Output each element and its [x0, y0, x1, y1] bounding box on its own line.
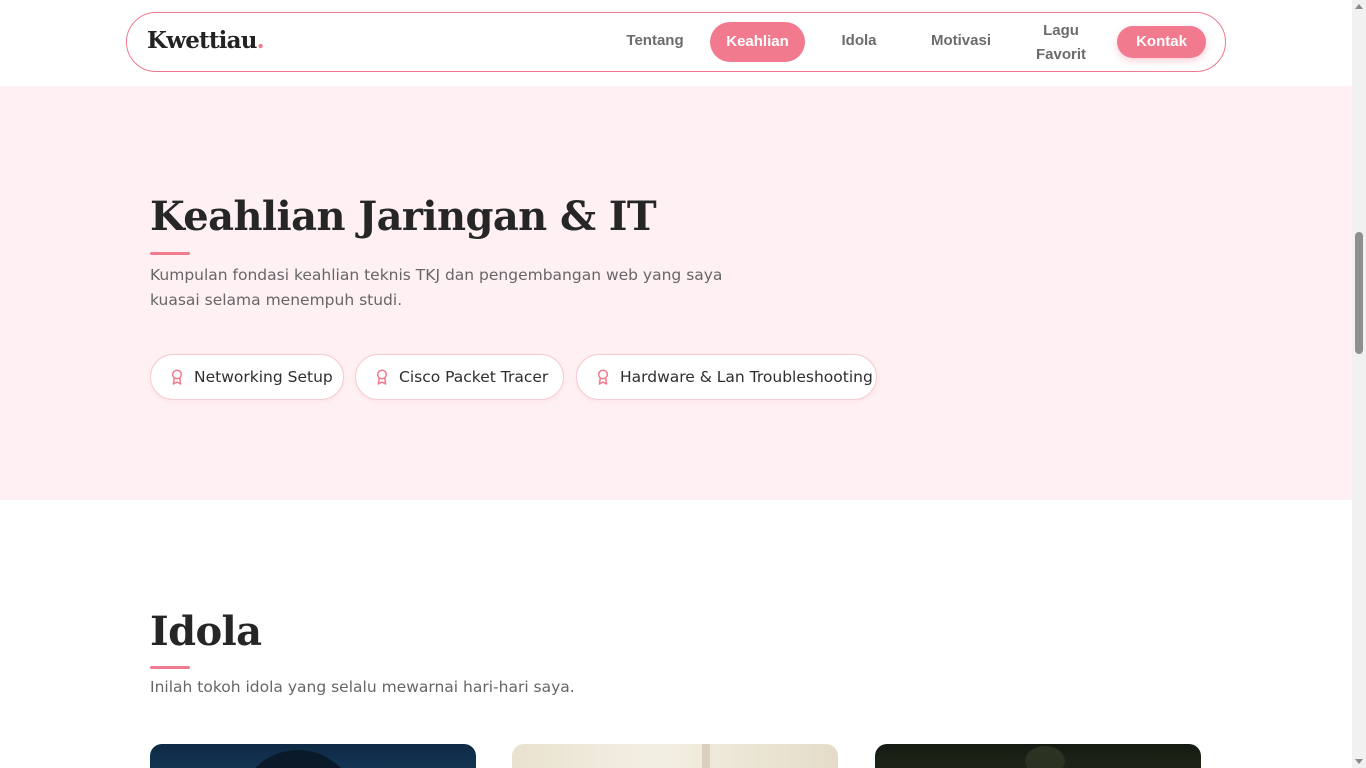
- skill-chip-label: Hardware & Lan Troubleshooting: [620, 368, 873, 386]
- skills-description-line2: kuasai selama menempuh studi.: [150, 291, 403, 309]
- skill-chip-label: Cisco Packet Tracer: [399, 368, 549, 386]
- skills-title: Keahlian Jaringan & IT: [150, 193, 657, 240]
- skill-chip-cisco-packet-tracer: Cisco Packet Tracer: [355, 354, 564, 400]
- scrollbar-thumb[interactable]: [1355, 232, 1363, 354]
- kontak-button[interactable]: Kontak: [1117, 26, 1206, 58]
- brand-name: Kwettiau: [147, 27, 257, 54]
- idol-card-image-1[interactable]: [150, 744, 476, 768]
- scroll-up-arrow-icon[interactable]: [1355, 4, 1363, 9]
- skills-title-underline: [150, 252, 190, 255]
- nav-item-lagu-line1: Lagu: [1043, 22, 1079, 39]
- nav-item-idola[interactable]: Idola: [817, 32, 901, 49]
- skills-section: Keahlian Jaringan & IT Kumpulan fondasi …: [0, 86, 1352, 500]
- idol-card-image-2[interactable]: [512, 744, 838, 768]
- skill-chip-label: Networking Setup: [194, 368, 333, 386]
- skills-description-line1: Kumpulan fondasi keahlian teknis TKJ dan…: [150, 266, 723, 284]
- scroll-down-arrow-icon[interactable]: [1355, 759, 1363, 764]
- skill-chip-hardware-lan-troubleshooting: Hardware & Lan Troubleshooting: [576, 354, 877, 400]
- skill-chip-networking-setup: Networking Setup: [150, 354, 344, 400]
- idola-description: Inilah tokoh idola yang selalu mewarnai …: [150, 678, 575, 696]
- idola-title: Idola: [150, 608, 262, 655]
- brand-logo[interactable]: Kwettiau.: [147, 27, 265, 54]
- skills-description: Kumpulan fondasi keahlian teknis TKJ dan…: [150, 263, 750, 313]
- nav-item-keahlian-active[interactable]: Keahlian: [710, 22, 805, 62]
- page: Kwettiau. Tentang Keahlian Idola Motivas…: [0, 0, 1352, 768]
- award-icon: [597, 369, 609, 385]
- nav-item-tentang[interactable]: Tentang: [611, 32, 699, 49]
- navbar: Kwettiau. Tentang Keahlian Idola Motivas…: [126, 12, 1226, 72]
- vertical-scrollbar[interactable]: [1352, 0, 1366, 768]
- brand-dot: .: [256, 27, 265, 54]
- nav-item-motivasi[interactable]: Motivasi: [919, 32, 1003, 49]
- nav-item-lagu-favorit[interactable]: Lagu Favorit: [1018, 19, 1104, 67]
- idola-title-underline: [150, 666, 190, 669]
- nav-item-lagu-line2: Favorit: [1035, 46, 1086, 63]
- award-icon: [171, 369, 183, 385]
- award-icon: [376, 369, 388, 385]
- idol-card-image-3[interactable]: [875, 744, 1201, 768]
